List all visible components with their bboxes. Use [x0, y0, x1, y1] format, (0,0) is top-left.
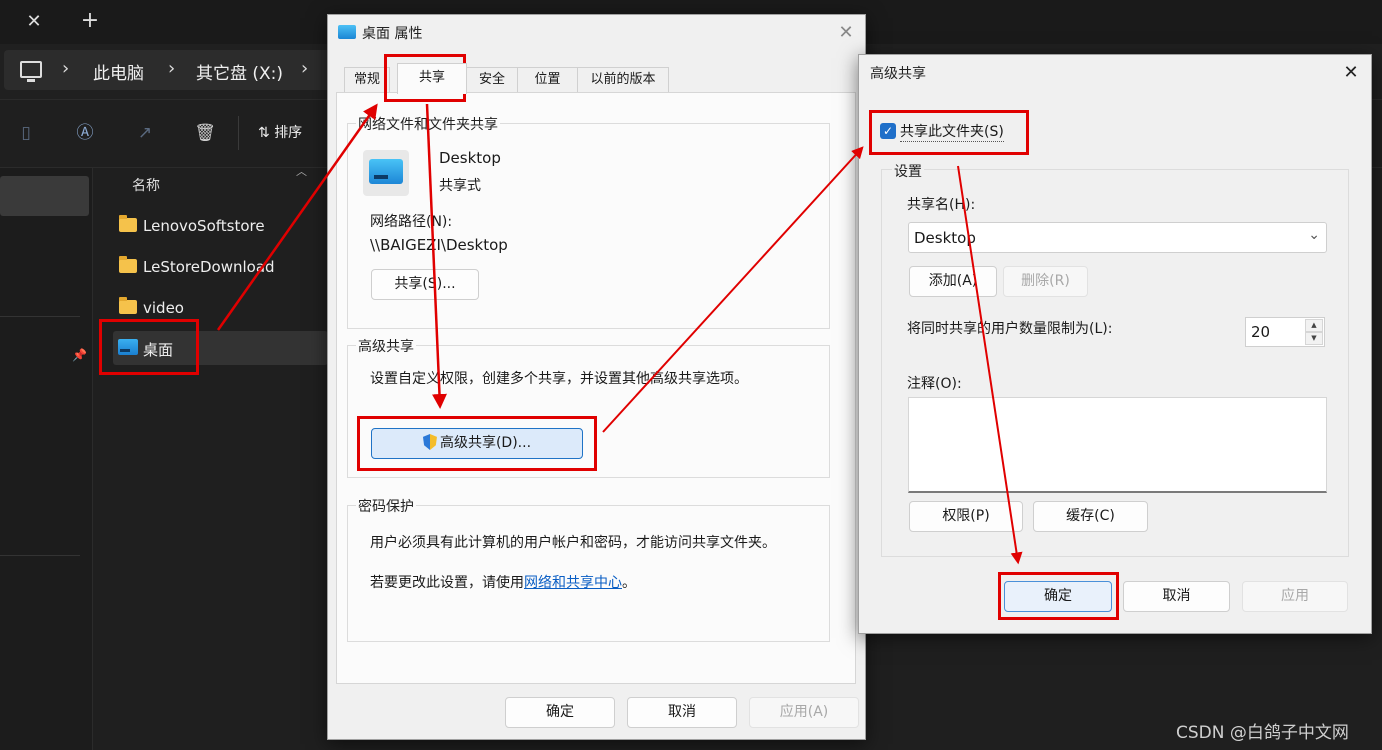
user-limit-value: 20	[1251, 323, 1271, 341]
nav-divider	[0, 316, 80, 317]
password-settings-hint: 若要更改此设置，请使用网络和共享中心。	[370, 572, 636, 592]
file-row-desktop-selected[interactable]: 桌面	[113, 331, 328, 365]
ok-button[interactable]: 确定	[1004, 581, 1112, 612]
file-row[interactable]: LeStoreDownload	[113, 250, 328, 284]
share-name-dropdown[interactable]: Desktop ⌄	[908, 222, 1327, 253]
advanced-sharing-dialog: 高级共享 ✕ ✓ 共享此文件夹(S) 设置 共享名(H): Desktop ⌄ …	[858, 54, 1372, 634]
close-tab-icon[interactable]: ✕	[20, 8, 48, 36]
tab-bar: 常规 共享 安全 位置 以前的版本	[336, 63, 856, 94]
chevron-right-icon: ›	[62, 58, 70, 79]
cancel-button[interactable]: 取消	[627, 697, 737, 728]
hint-suffix: 。	[622, 575, 636, 591]
share-folder-label[interactable]: 共享此文件夹(S)	[900, 121, 1004, 142]
folder-share-state: 共享式	[439, 178, 481, 194]
sort-button[interactable]: ⇅ 排序	[258, 122, 302, 142]
apply-button[interactable]: 应用	[1242, 581, 1348, 612]
sort-caret-icon: ︿	[296, 165, 307, 178]
share-folder-checkbox[interactable]: ✓	[880, 123, 896, 139]
tab-security[interactable]: 安全	[466, 67, 518, 93]
close-icon[interactable]: ✕	[1341, 63, 1361, 83]
paste-icon[interactable]: ▯	[15, 122, 37, 144]
folder-name: Desktop	[439, 149, 501, 167]
advanced-sharing-button-label: 高级共享(D)...	[439, 435, 532, 451]
permissions-button[interactable]: 权限(P)	[909, 501, 1023, 532]
apply-button[interactable]: 应用(A)	[749, 697, 859, 728]
user-limit-label: 将同时共享的用户数量限制为(L):	[907, 321, 1113, 337]
nav-divider	[0, 555, 80, 556]
tab-previous-versions[interactable]: 以前的版本	[577, 67, 669, 93]
new-tab-icon[interactable]: +	[76, 8, 104, 36]
remove-button[interactable]: 删除(R)	[1003, 266, 1088, 297]
share-name-value: Desktop	[914, 229, 976, 247]
comment-label: 注释(O):	[907, 376, 962, 392]
shared-folder-icon	[363, 150, 409, 196]
tab-location[interactable]: 位置	[517, 67, 578, 93]
address-box[interactable]: › 此电脑 › 其它盘 (X:) ›	[4, 50, 344, 90]
chevron-right-icon: ›	[301, 58, 309, 79]
advanced-sharing-description: 设置自定义权限，创建多个共享，并设置其他高级共享选项。	[370, 371, 748, 387]
file-row[interactable]: video	[113, 291, 328, 325]
file-name: LenovoSoftstore	[143, 217, 265, 235]
network-path-label: 网络路径(N):	[370, 214, 453, 230]
comment-textarea[interactable]	[908, 397, 1327, 493]
network-path-value: \\BAIGEZI\Desktop	[370, 236, 508, 254]
delete-icon[interactable]: 🗑	[194, 122, 216, 144]
hint-prefix: 若要更改此设置，请使用	[370, 575, 524, 591]
password-description: 用户必须具有此计算机的用户帐户和密码，才能访问共享文件夹。	[370, 535, 776, 551]
file-name: video	[143, 299, 184, 317]
share-name-label: 共享名(H):	[907, 197, 976, 213]
folder-icon	[119, 215, 137, 232]
watermark: CSDN @白鸽子中文网	[1176, 723, 1349, 743]
sort-label: 排序	[274, 125, 303, 141]
spin-up-icon[interactable]: ▲	[1305, 319, 1323, 332]
network-sharing-center-link[interactable]: 网络和共享中心	[524, 575, 622, 591]
share-icon[interactable]: ↗	[134, 122, 156, 144]
desktop-folder-icon	[118, 339, 138, 355]
dialog-title: 桌面 属性	[362, 26, 423, 42]
share-button[interactable]: 共享(S)...	[371, 269, 479, 300]
pin-icon: 📌	[72, 348, 87, 362]
computer-icon	[20, 61, 42, 82]
add-button[interactable]: 添加(A)	[909, 266, 997, 297]
desktop-folder-icon	[338, 25, 356, 39]
breadcrumb-this-pc[interactable]: 此电脑	[93, 59, 144, 84]
sort-icon: ⇅	[258, 125, 270, 141]
uac-shield-icon	[422, 434, 437, 450]
spin-down-icon[interactable]: ▼	[1305, 332, 1323, 345]
properties-dialog: 桌面 属性 ✕ 常规 共享 安全 位置 以前的版本 网络文件和文件夹共享 Des…	[327, 14, 866, 740]
group-title: 网络文件和文件夹共享	[356, 114, 500, 134]
tab-sharing[interactable]: 共享	[397, 63, 467, 94]
file-row[interactable]: LenovoSoftstore	[113, 209, 328, 243]
caching-button[interactable]: 缓存(C)	[1033, 501, 1148, 532]
close-icon[interactable]: ✕	[836, 23, 856, 43]
ok-button[interactable]: 确定	[505, 697, 615, 728]
column-header-name[interactable]: 名称	[132, 175, 160, 195]
file-name: 桌面	[143, 341, 174, 359]
nav-selected-item[interactable]	[0, 176, 89, 216]
toolbar-divider	[238, 116, 239, 150]
breadcrumb-drive-x[interactable]: 其它盘 (X:)	[196, 59, 283, 84]
folder-icon	[119, 256, 137, 273]
cancel-button[interactable]: 取消	[1123, 581, 1230, 612]
chevron-down-icon: ⌄	[1308, 227, 1320, 243]
tab-general[interactable]: 常规	[344, 67, 390, 93]
navigation-pane: 📌	[0, 168, 93, 750]
group-title: 密码保护	[356, 496, 416, 516]
file-name: LeStoreDownload	[143, 258, 275, 276]
user-limit-spinner[interactable]: 20 ▲ ▼	[1245, 317, 1325, 347]
group-title: 高级共享	[356, 336, 416, 356]
rename-icon[interactable]: Ⓐ	[74, 122, 96, 144]
chevron-right-icon: ›	[168, 58, 176, 79]
dialog-title: 高级共享	[870, 66, 926, 82]
advanced-sharing-button[interactable]: 高级共享(D)...	[371, 428, 583, 459]
group-title: 设置	[892, 161, 924, 181]
folder-icon	[119, 297, 137, 314]
